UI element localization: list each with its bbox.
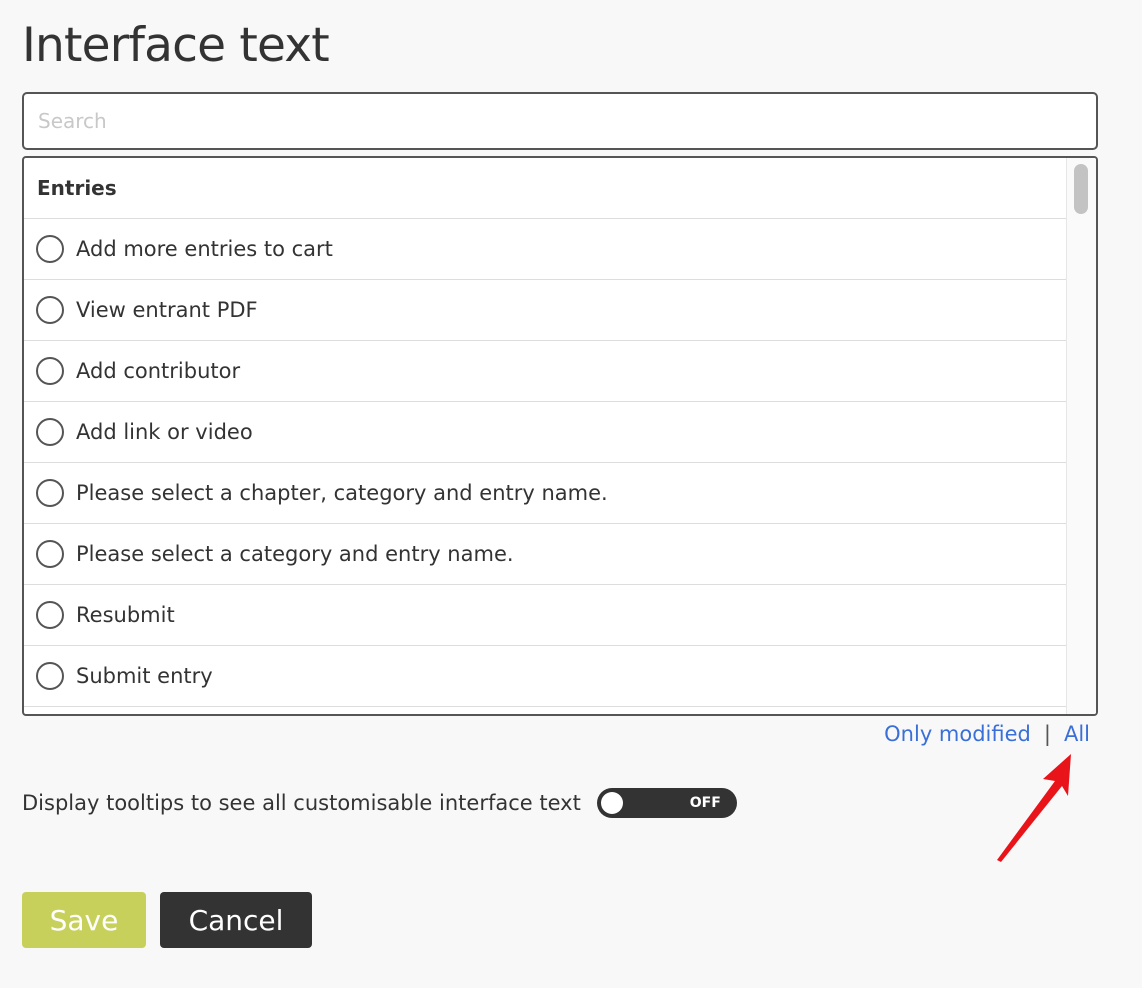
list-item-label: Please select a category and entry name. xyxy=(76,542,514,566)
list-content: Entries Add more entries to cart View en… xyxy=(24,158,1068,707)
list-item-label: Add contributor xyxy=(76,359,241,383)
radio-button[interactable] xyxy=(36,296,64,324)
list-item[interactable]: Submit entry xyxy=(24,646,1068,707)
all-link[interactable]: All xyxy=(1064,722,1090,746)
list-item[interactable]: Please select a chapter, category and en… xyxy=(24,463,1068,524)
arrow-shape xyxy=(997,754,1071,862)
scrollbar-thumb[interactable] xyxy=(1074,164,1088,214)
list-item-label: Please select a chapter, category and en… xyxy=(76,481,608,505)
tooltips-label: Display tooltips to see all customisable… xyxy=(22,791,581,815)
radio-button[interactable] xyxy=(36,662,64,690)
interface-text-page: Interface text Entries Add more entries … xyxy=(0,0,1142,988)
save-button[interactable]: Save xyxy=(22,892,146,948)
filter-separator: | xyxy=(1043,722,1051,746)
list-scrollbar[interactable] xyxy=(1066,158,1096,714)
interface-text-list: Entries Add more entries to cart View en… xyxy=(22,156,1098,716)
page-title: Interface text xyxy=(22,18,330,73)
group-header-entries: Entries xyxy=(24,158,1068,219)
list-item[interactable]: View entrant PDF xyxy=(24,280,1068,341)
tooltips-toggle[interactable]: OFF xyxy=(596,788,737,818)
list-item[interactable]: Add link or video xyxy=(24,402,1068,463)
toggle-state-label: OFF xyxy=(689,795,721,811)
radio-button[interactable] xyxy=(36,479,64,507)
toggle-knob xyxy=(600,792,623,814)
list-item-label: Resubmit xyxy=(76,603,175,627)
list-item-label: Submit entry xyxy=(76,664,213,688)
radio-button[interactable] xyxy=(36,540,64,568)
list-item-label: View entrant PDF xyxy=(76,298,258,322)
radio-button[interactable] xyxy=(36,418,64,446)
list-item[interactable]: Add more entries to cart xyxy=(24,219,1068,280)
list-item[interactable]: Please select a category and entry name. xyxy=(24,524,1068,585)
radio-button[interactable] xyxy=(36,235,64,263)
search-input[interactable] xyxy=(22,92,1098,150)
radio-button[interactable] xyxy=(36,357,64,385)
list-item-label: Add more entries to cart xyxy=(76,237,333,261)
cancel-button[interactable]: Cancel xyxy=(160,892,312,948)
tooltips-setting: Display tooltips to see all customisable… xyxy=(22,788,737,818)
list-item[interactable]: Resubmit xyxy=(24,585,1068,646)
list-item[interactable]: Add contributor xyxy=(24,341,1068,402)
radio-button[interactable] xyxy=(36,601,64,629)
filter-links: Only modified | All xyxy=(884,722,1090,746)
list-item-label: Add link or video xyxy=(76,420,253,444)
only-modified-link[interactable]: Only modified xyxy=(884,722,1031,746)
